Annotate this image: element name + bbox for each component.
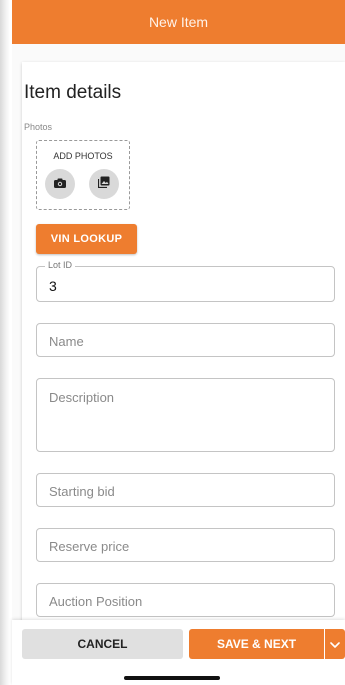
app-bar: New Item xyxy=(12,0,345,44)
gallery-icon xyxy=(97,175,110,193)
auction-position-placeholder: Auction Position xyxy=(49,594,143,609)
gallery-button[interactable] xyxy=(89,169,119,199)
camera-button[interactable] xyxy=(45,169,75,199)
lot-id-value: 3 xyxy=(49,278,57,294)
save-options-button[interactable] xyxy=(325,629,345,659)
section-title: Item details xyxy=(24,82,122,103)
lot-id-label: Lot ID xyxy=(45,260,76,270)
reserve-price-field[interactable]: Reserve price xyxy=(36,528,335,562)
starting-bid-field[interactable]: Starting bid xyxy=(36,473,335,507)
page-title: New Item xyxy=(148,14,209,30)
description-field[interactable]: Description xyxy=(36,378,335,452)
device-bezel-left xyxy=(0,0,10,685)
cancel-button[interactable]: CANCEL xyxy=(22,629,183,659)
add-photos-label: ADD PHOTOS xyxy=(53,151,113,161)
reserve-price-placeholder: Reserve price xyxy=(49,539,130,554)
vin-lookup-label: VIN LOOKUP xyxy=(50,233,123,245)
lot-id-field[interactable]: Lot ID 3 xyxy=(36,260,335,302)
save-next-button[interactable]: SAVE & NEXT xyxy=(189,629,324,659)
auction-position-field[interactable]: Auction Position xyxy=(36,583,335,617)
description-placeholder: Description xyxy=(49,390,115,405)
app-screen: New Item Item details Photos ADD PHOTOS xyxy=(0,0,345,685)
name-field[interactable]: Name xyxy=(36,323,335,357)
starting-bid-placeholder: Starting bid xyxy=(49,484,115,499)
photos-label: Photos xyxy=(24,122,53,132)
cancel-label: CANCEL xyxy=(77,637,128,651)
vin-lookup-button[interactable]: VIN LOOKUP xyxy=(36,224,137,254)
home-indicator[interactable] xyxy=(124,676,220,680)
camera-icon xyxy=(54,175,66,193)
add-photos-dropzone[interactable]: ADD PHOTOS xyxy=(36,140,130,210)
chevron-down-icon xyxy=(330,635,340,653)
save-next-label: SAVE & NEXT xyxy=(216,637,297,651)
name-placeholder: Name xyxy=(49,334,84,349)
